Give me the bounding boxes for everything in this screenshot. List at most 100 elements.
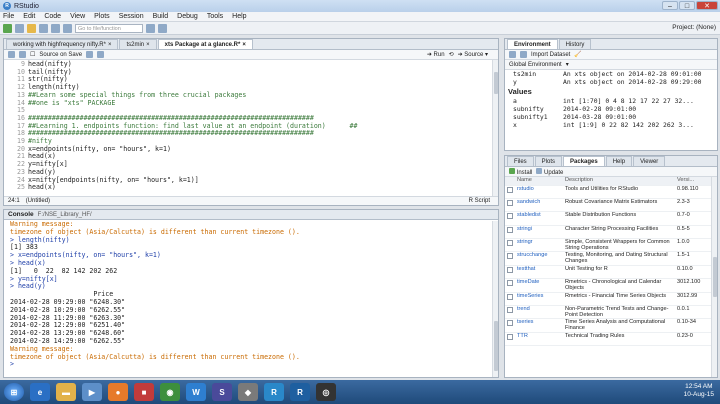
code-editor[interactable]: 9 head(nifty) 10 tail(nifty) 11 str(nifty) 12 l… [4, 60, 498, 192]
import-dataset-button[interactable]: Import Dataset [531, 52, 570, 58]
grid-icon[interactable] [146, 23, 155, 33]
console-output[interactable]: Warning message: timezone of object (Asia… [4, 220, 498, 370]
wand-icon[interactable] [97, 51, 105, 58]
menu-plots[interactable]: Plots [94, 13, 110, 20]
package-name[interactable]: tseries [515, 318, 563, 333]
save-all-icon[interactable] [51, 23, 60, 33]
new-file-icon[interactable] [3, 23, 12, 33]
save-icon[interactable] [39, 23, 48, 33]
open-folder-icon[interactable] [27, 23, 36, 33]
tab-environment[interactable]: Environment [507, 39, 558, 49]
app-icon[interactable]: ■ [134, 383, 154, 401]
chrome-icon[interactable]: ◉ [160, 383, 180, 401]
close-tab-icon[interactable]: × [146, 42, 150, 48]
package-checkbox[interactable] [507, 213, 513, 220]
start-button[interactable]: ⊞ [4, 383, 24, 401]
close-tab-icon[interactable]: × [242, 42, 246, 48]
menu-code[interactable]: Code [44, 13, 61, 20]
scope-selector[interactable]: (Untitled) [26, 198, 50, 204]
package-name[interactable]: rstudio [515, 185, 563, 199]
package-name[interactable]: sandwich [515, 198, 563, 213]
rstudio-taskbar-icon[interactable]: R [264, 383, 284, 401]
tab-packages[interactable]: Packages [563, 156, 605, 166]
package-checkbox[interactable] [507, 333, 513, 340]
tab-viewer[interactable]: Viewer [633, 156, 666, 166]
tab-help[interactable]: Help [605, 156, 633, 166]
open-icon[interactable] [509, 51, 516, 58]
package-name[interactable]: stringr [515, 238, 563, 253]
search-icon[interactable] [86, 51, 94, 58]
package-name[interactable]: testthat [515, 265, 563, 280]
tab-files[interactable]: Files [507, 156, 534, 166]
run-button[interactable]: ➜ Run [427, 51, 445, 58]
addins-icon[interactable] [158, 23, 167, 33]
package-checkbox[interactable] [507, 293, 513, 300]
rerun-icon[interactable]: ⟲ [449, 51, 454, 58]
skype-icon[interactable]: S [212, 383, 232, 401]
r-icon[interactable]: R [290, 383, 310, 401]
install-button[interactable]: Install [509, 167, 532, 176]
minimize-button[interactable]: – [662, 1, 678, 10]
environment-row[interactable]: a int [1:70] 0 4 8 12 17 22 27 32... [505, 97, 717, 105]
source-button[interactable]: ➜ Source ▾ [458, 51, 488, 58]
package-checkbox[interactable] [507, 186, 513, 193]
package-checkbox[interactable] [507, 253, 513, 260]
environment-row[interactable]: subnifty1 2014-03-28 09:01:00 [505, 113, 717, 121]
save-file-icon[interactable] [19, 51, 26, 58]
word-icon[interactable]: W [186, 383, 206, 401]
menu-debug[interactable]: Debug [177, 13, 198, 20]
close-button[interactable]: ✕ [696, 1, 718, 10]
folder-icon[interactable]: ▬ [56, 383, 76, 401]
package-checkbox[interactable] [507, 226, 513, 233]
environment-row[interactable]: x int [1:9] 0 22 82 142 202 262 3... [505, 121, 717, 129]
menu-view[interactable]: View [70, 13, 85, 20]
package-name[interactable]: TTR [515, 332, 563, 347]
goto-file-input[interactable]: Go to file/function [75, 23, 143, 33]
environment-row[interactable]: ts2min An xts object on 2014-02-28 09:01:… [505, 70, 717, 78]
package-name[interactable]: strucchange [515, 251, 563, 266]
close-tab-icon[interactable]: × [108, 42, 112, 48]
column-header[interactable]: Name [515, 177, 563, 186]
column-header[interactable]: Description [563, 177, 675, 186]
console-scrollbar[interactable] [492, 221, 498, 377]
back-icon[interactable] [8, 51, 15, 58]
environment-row[interactable]: y An xts object on 2014-02-28 09:29:00 [505, 78, 717, 86]
package-name[interactable]: timeDate [515, 278, 563, 293]
package-checkbox[interactable] [507, 199, 513, 206]
editor-tab[interactable]: xts Package at a glance.R* × [157, 39, 253, 49]
package-checkbox[interactable] [507, 320, 513, 327]
package-name[interactable]: stringi [515, 225, 563, 240]
editor-scrollbar[interactable] [492, 60, 498, 196]
update-button[interactable]: Update [536, 167, 563, 176]
maximize-button[interactable]: □ [679, 1, 695, 10]
editor-tab[interactable]: ts2min × [119, 39, 157, 49]
menu-build[interactable]: Build [153, 13, 169, 20]
package-name[interactable]: stabledist [515, 211, 563, 226]
package-checkbox[interactable] [507, 307, 513, 314]
package-name[interactable]: timeSeries [515, 292, 563, 307]
package-checkbox[interactable] [507, 240, 513, 247]
menu-edit[interactable]: Edit [23, 13, 35, 20]
tool-icon[interactable]: ◆ [238, 383, 258, 401]
menu-tools[interactable]: Tools [207, 13, 223, 20]
file-type-selector[interactable]: R Script [469, 198, 490, 204]
source-on-save-checkbox[interactable]: ☐ [30, 51, 35, 58]
firefox-icon[interactable]: ● [108, 383, 128, 401]
new-project-icon[interactable] [15, 23, 24, 33]
environment-row[interactable]: subnifty 2014-02-28 09:01:00 [505, 105, 717, 113]
ie-icon[interactable]: e [30, 383, 50, 401]
editor-tab[interactable]: working with highfrequency nifty.R* × [6, 39, 119, 49]
broom-icon[interactable]: 🧹 [574, 51, 581, 58]
tab-history[interactable]: History [558, 39, 592, 49]
package-name[interactable]: trend [515, 305, 563, 320]
package-checkbox[interactable] [507, 266, 513, 273]
print-icon[interactable] [63, 23, 72, 33]
recorder-icon[interactable]: ◎ [316, 383, 336, 401]
package-checkbox[interactable] [507, 280, 513, 287]
packages-scrollbar[interactable] [711, 177, 717, 377]
system-clock[interactable]: 12:54 AM 10-Aug-15 [684, 383, 714, 399]
scope-dropdown[interactable]: Global Environment [509, 62, 562, 68]
save-workspace-icon[interactable] [520, 51, 527, 58]
project-selector[interactable]: Project: (None) [672, 24, 716, 31]
tab-plots[interactable]: Plots [534, 156, 563, 166]
